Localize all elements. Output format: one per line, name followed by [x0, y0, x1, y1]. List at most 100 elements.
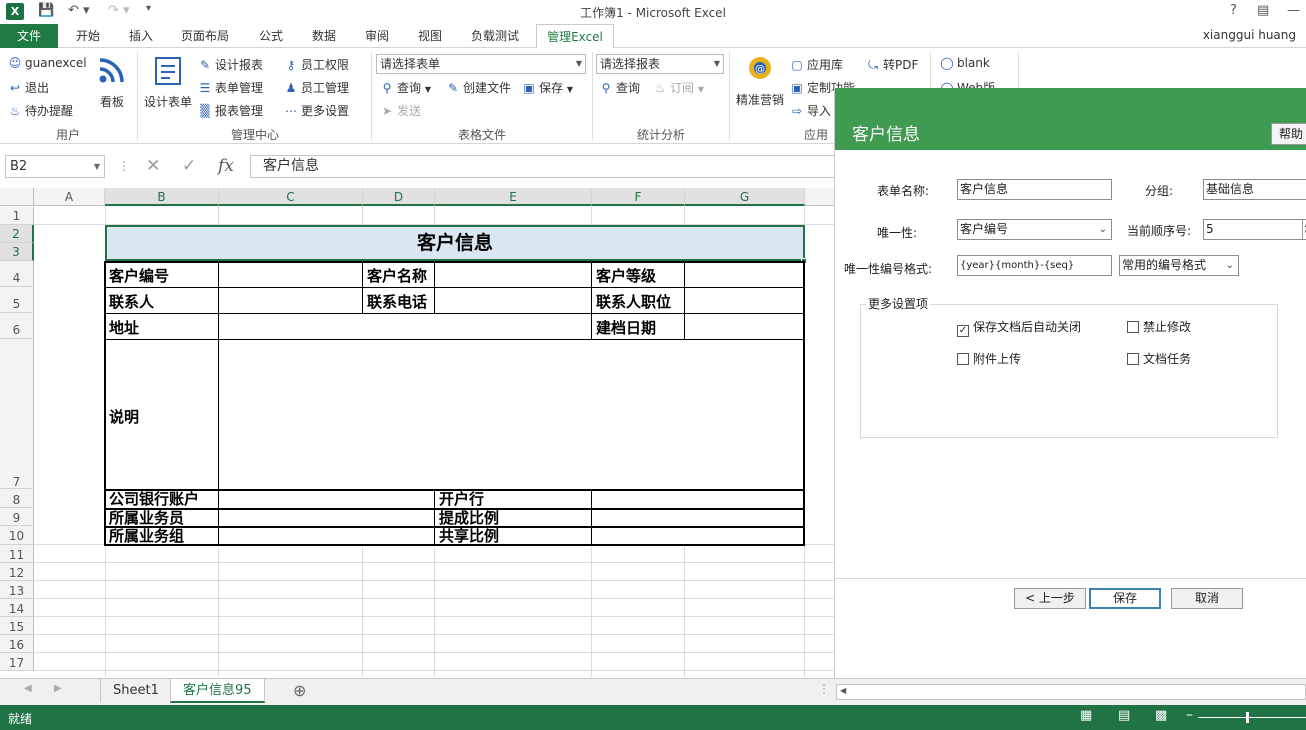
design-form-button[interactable]: 设计表单 — [144, 56, 192, 110]
tab-insert[interactable]: 插入 — [118, 24, 164, 48]
group-input[interactable]: 基础信息 — [1203, 179, 1306, 200]
save-file-button[interactable]: ▣ 保存 ▼ — [522, 79, 573, 96]
column-header-a[interactable]: A — [34, 188, 105, 206]
tab-file[interactable]: 文件 — [0, 24, 58, 48]
zoom-out-icon[interactable]: – — [1186, 707, 1193, 723]
row-header-6[interactable]: 6 — [0, 313, 34, 339]
report-manage-button[interactable]: ▒ 报表管理 — [198, 102, 263, 119]
tab-data[interactable]: 数据 — [302, 24, 346, 48]
column-header-e[interactable]: E — [435, 188, 592, 206]
import-button[interactable]: ⇨ 导入 — [790, 102, 831, 119]
column-header-g[interactable]: G — [685, 188, 805, 206]
select-report-dropdown[interactable]: 请选择报表 ▼ — [596, 54, 724, 74]
attachment-upload-checkbox[interactable]: 附件上传 — [957, 350, 1021, 367]
select-form-dropdown[interactable]: 请选择表单 ▼ — [376, 54, 586, 74]
row-header-11[interactable]: 11 — [0, 545, 34, 563]
row-header-12[interactable]: 12 — [0, 563, 34, 581]
select-all-corner[interactable] — [0, 188, 34, 206]
stepper-arrows-icon[interactable]: ▲▼ — [1302, 220, 1306, 239]
scroll-left-icon[interactable]: ◀ — [840, 686, 846, 695]
common-format-select[interactable]: 常用的编号格式 ⌄ — [1119, 255, 1239, 276]
page-break-view-icon[interactable]: ▩ — [1155, 708, 1167, 723]
label-share-ratio[interactable]: 共享比例 — [435, 527, 499, 545]
tab-view[interactable]: 视图 — [408, 24, 452, 48]
tab-home[interactable]: 开始 — [66, 24, 110, 48]
label-salesperson[interactable]: 所属业务员 — [105, 509, 184, 527]
label-sales-group[interactable]: 所属业务组 — [105, 527, 184, 545]
cancel-icon[interactable]: ✕ — [146, 156, 160, 176]
row-header-1[interactable]: 1 — [0, 207, 34, 225]
form-title-cell[interactable]: 客户信息 — [105, 225, 805, 261]
dialog-save-button[interactable]: 保存 — [1089, 588, 1161, 609]
query-form-button[interactable]: ⚲ 查询 ▼ — [380, 79, 431, 96]
precision-marketing-button[interactable]: @ 精准营销 — [734, 54, 786, 108]
ribbon-display-icon[interactable]: ▤ — [1257, 3, 1269, 18]
column-header-h[interactable] — [805, 188, 834, 206]
sheet-tab-sheet1[interactable]: Sheet1 — [100, 679, 171, 703]
add-sheet-icon[interactable]: ⊕ — [293, 681, 306, 700]
create-file-button[interactable]: ✎ 创建文件 — [446, 79, 511, 96]
form-manage-button[interactable]: ☰ 表单管理 — [198, 79, 263, 96]
column-header-f[interactable]: F — [592, 188, 685, 206]
employee-manage-button[interactable]: ♟ 员工管理 — [284, 79, 349, 96]
tab-formulas[interactable]: 公式 — [248, 24, 294, 48]
row-header-4[interactable]: 4 — [0, 261, 34, 287]
label-commission[interactable]: 提成比例 — [435, 509, 499, 527]
tab-review[interactable]: 审阅 — [354, 24, 400, 48]
label-contact-title[interactable]: 联系人职位 — [592, 291, 671, 312]
user-account-button[interactable]: ☺ guanexcel — [8, 56, 87, 70]
formula-input[interactable]: 客户信息 — [250, 155, 834, 178]
page-layout-view-icon[interactable]: ▤ — [1118, 708, 1130, 723]
dialog-help-button[interactable]: 帮助 — [1271, 123, 1306, 145]
subscribe-button[interactable]: ♨ 订阅 ▼ — [653, 79, 704, 96]
logout-button[interactable]: ↩ 退出 — [8, 79, 49, 96]
label-contact-phone[interactable]: 联系电话 — [363, 291, 427, 312]
label-customer-level[interactable]: 客户等级 — [592, 265, 656, 286]
label-bank[interactable]: 开户行 — [435, 490, 484, 508]
row-header-3[interactable]: 3 — [0, 243, 34, 261]
tab-manage-excel[interactable]: 管理Excel — [536, 24, 614, 49]
help-button[interactable]: ? — [1230, 3, 1237, 18]
worksheet-grid[interactable]: A B C D E F G 1 2 3 4 5 6 7 8 9 10 11 12… — [0, 188, 834, 678]
scroll-next-sheet-icon[interactable]: ▶ — [54, 683, 62, 694]
label-file-date[interactable]: 建档日期 — [592, 317, 656, 338]
employee-permission-button[interactable]: ⚷ 员工权限 — [284, 56, 349, 73]
send-button[interactable]: ➤ 发送 — [380, 102, 421, 119]
prev-step-button[interactable]: < 上一步 — [1014, 588, 1086, 609]
row-header-9[interactable]: 9 — [0, 508, 34, 526]
to-pdf-button[interactable]: ⤿ 转PDF — [866, 56, 918, 73]
column-header-b[interactable]: B — [105, 188, 219, 206]
row-header-2[interactable]: 2 — [0, 225, 34, 243]
normal-view-icon[interactable]: ▦ — [1080, 708, 1092, 723]
row-header-17[interactable]: 17 — [0, 653, 34, 671]
forbid-edit-checkbox[interactable]: 禁止修改 — [1127, 318, 1191, 335]
row-header-8[interactable]: 8 — [0, 489, 34, 508]
auto-close-checkbox[interactable]: ✓ 保存文档后自动关闭 — [957, 318, 1081, 337]
design-report-button[interactable]: ✎ 设计报表 — [198, 56, 263, 73]
todo-reminder-button[interactable]: ♨ 待办提醒 — [8, 102, 73, 119]
tab-splitter-icon[interactable]: ⋮ — [818, 682, 830, 696]
fx-icon[interactable]: fx — [218, 156, 234, 176]
label-customer-name[interactable]: 客户名称 — [363, 265, 427, 286]
column-header-c[interactable]: C — [219, 188, 363, 206]
seq-stepper[interactable]: 5 ▲▼ — [1203, 219, 1306, 240]
column-header-d[interactable]: D — [363, 188, 435, 206]
row-header-15[interactable]: 15 — [0, 617, 34, 635]
sheet-tab-customer-info[interactable]: 客户信息95 — [170, 679, 265, 703]
horizontal-scrollbar[interactable]: ◀ — [836, 684, 1306, 700]
row-header-5[interactable]: 5 — [0, 287, 34, 313]
app-library-button[interactable]: ▢ 应用库 — [790, 56, 843, 73]
row-header-10[interactable]: 10 — [0, 526, 34, 545]
enter-icon[interactable]: ✓ — [182, 156, 196, 176]
zoom-slider[interactable] — [1198, 717, 1306, 718]
tab-page-layout[interactable]: 页面布局 — [172, 24, 238, 48]
row-header-7[interactable]: 7 — [0, 339, 34, 489]
unique-select[interactable]: 客户编号 ⌄ — [957, 219, 1112, 240]
label-customer-no[interactable]: 客户编号 — [105, 265, 169, 286]
row-header-14[interactable]: 14 — [0, 599, 34, 617]
label-description[interactable]: 说明 — [105, 406, 139, 427]
document-task-checkbox[interactable]: 文档任务 — [1127, 350, 1191, 367]
label-bank-account[interactable]: 公司银行账户 — [105, 490, 199, 508]
scroll-prev-sheet-icon[interactable]: ◀ — [24, 683, 32, 694]
query-report-button[interactable]: ⚲ 查询 — [599, 79, 640, 96]
